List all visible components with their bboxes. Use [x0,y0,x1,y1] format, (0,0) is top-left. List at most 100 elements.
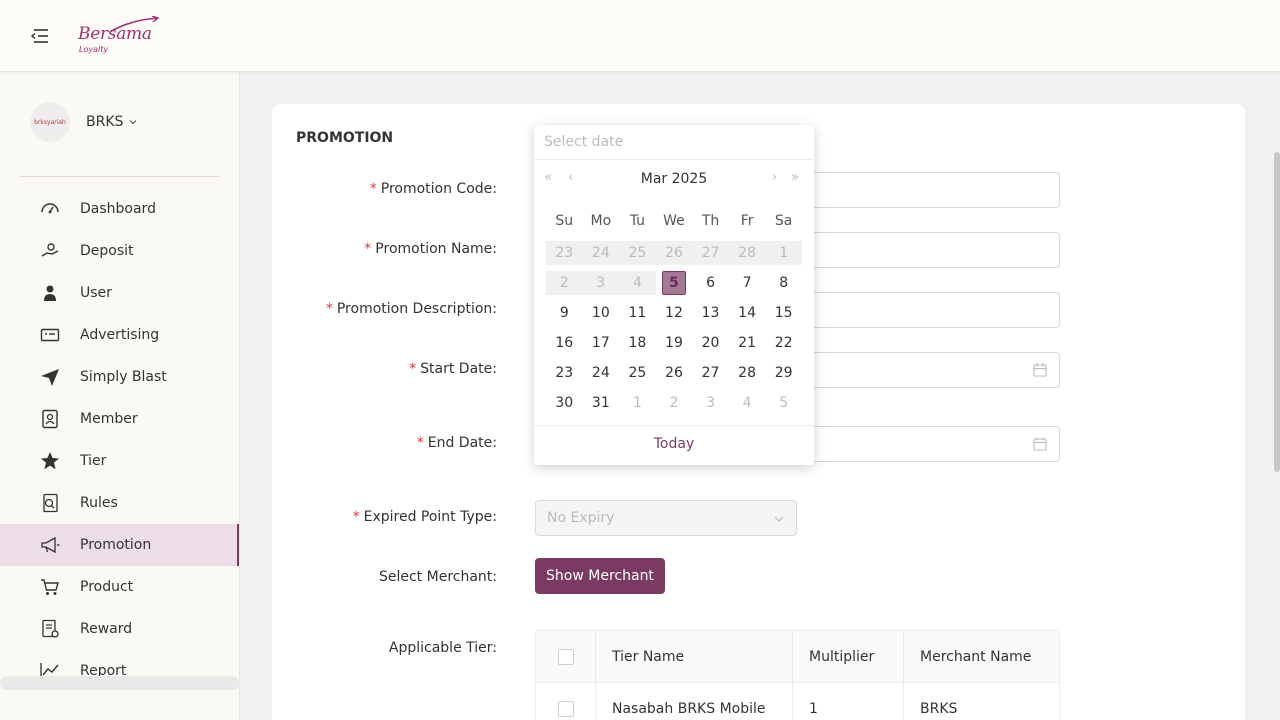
sidebar-item-product[interactable]: Product [0,566,239,608]
member-icon [40,409,60,429]
next-month-icon[interactable]: › [772,170,777,185]
calendar-day[interactable]: 24 [583,361,620,385]
label-colon: : [492,241,497,257]
calendar-icon [1033,437,1047,451]
calendar-day: 28 [728,241,766,265]
calendar-day[interactable]: 17 [583,331,620,355]
calendar-day: 26 [655,241,693,265]
sidebar-item-deposit[interactable]: Deposit [0,230,239,272]
calendar-day[interactable]: 10 [583,301,620,325]
required-mark: * [416,435,424,451]
required-mark: * [352,509,360,525]
calendar-day[interactable]: 30 [546,391,583,415]
sidebar-item-label: Rules [80,495,118,511]
calendar-day[interactable]: 26 [656,361,693,385]
sidebar-item-advertising[interactable]: Advertising [0,314,239,356]
show-merchant-button[interactable]: Show Merchant [535,558,665,594]
weekday-label: Su [555,213,574,229]
calendar-day[interactable]: 8 [765,271,802,295]
calendar-day[interactable]: 19 [656,331,693,355]
calendar-day[interactable]: 16 [546,331,583,355]
calendar-day[interactable]: 29 [765,361,802,385]
logo-text: Bersama [78,24,152,44]
datepicker-input[interactable]: Select date [544,134,623,150]
calendar-week: 23 24 25 26 27 28 1 [546,238,802,268]
sidebar-item-tier[interactable]: Tier [0,440,239,482]
calendar-day[interactable]: 12 [656,301,693,325]
row-select-cell [536,683,596,720]
label-text: Promotion Name [375,241,493,257]
weekday-label: We [663,213,685,229]
promotion-description-label: * Promotion Description: [326,301,497,317]
sidebar-item-label: Advertising [80,327,160,343]
sidebar-item-reward[interactable]: Reward [0,608,239,650]
select-all-cell [536,631,596,682]
label-text: Promotion Code [380,181,493,197]
menu-fold-icon[interactable] [30,27,50,45]
expired-point-type-select[interactable]: No Expiry [535,500,797,536]
sidebar-item-rules[interactable]: Rules [0,482,239,524]
calendar-week: 9 10 11 12 13 14 15 [546,298,802,328]
calendar-day[interactable]: 3 [692,391,729,415]
row-checkbox[interactable] [557,700,574,717]
app-logo[interactable]: Bersama Loyalty [78,16,162,58]
weekday-label: Th [701,213,720,229]
end-date-label: * End Date: [417,435,497,451]
avatar: brksyariah [30,102,70,142]
weekday-label: Mo [590,213,612,229]
sidebar-item-dashboard[interactable]: Dashboard [0,188,239,230]
calendar-day[interactable]: 13 [692,301,729,325]
sidebar-scrollbar[interactable] [0,676,239,690]
calendar-day-today[interactable]: 5 [656,271,693,295]
calendar-week: 30 31 1 2 3 4 5 [546,388,802,418]
next-year-icon[interactable]: » [791,170,799,185]
today-button[interactable]: Today [534,436,814,452]
send-icon [40,367,60,387]
required-mark: * [369,181,377,197]
sidebar-item-promotion[interactable]: Promotion [0,524,239,566]
calendar-day[interactable]: 21 [729,331,766,355]
calendar-icon [1033,363,1047,377]
calendar-day[interactable]: 9 [546,301,583,325]
datepicker-popup: Select date « ‹ Mar 2025 › » Su Mo Tu We… [534,125,814,465]
calendar-day[interactable]: 18 [619,331,656,355]
expired-point-type-label: * Expired Point Type: [353,509,497,525]
calendar-day[interactable]: 20 [692,331,729,355]
merchant-name: BRKS [86,114,124,130]
select-all-checkbox[interactable] [557,648,574,665]
sidebar-item-user[interactable]: User [0,272,239,314]
calendar-day[interactable]: 28 [729,361,766,385]
cart-icon [40,577,60,597]
sidebar-item-label: Tier [80,453,107,469]
sidebar-item-label: Simply Blast [80,369,167,385]
sidebar-item-simply-blast[interactable]: Simply Blast [0,356,239,398]
calendar-day[interactable]: 23 [546,361,583,385]
calendar-day[interactable]: 27 [692,361,729,385]
calendar-day[interactable]: 22 [765,331,802,355]
sidebar-item-member[interactable]: Member [0,398,239,440]
start-date-label: * Start Date: [409,361,497,377]
calendar-day[interactable]: 25 [619,361,656,385]
calendar-day: 4 [619,271,656,295]
calendar-day[interactable]: 2 [656,391,693,415]
calendar-day[interactable]: 14 [729,301,766,325]
calendar-day[interactable]: 4 [729,391,766,415]
logo-subtitle: Loyalty [79,45,109,54]
select-merchant-label: Select Merchant: [379,569,497,585]
megaphone-icon [40,535,60,555]
calendar-day[interactable]: 5 [765,391,802,415]
deposit-icon [40,241,60,261]
label-colon: : [492,181,497,197]
calendar-day[interactable]: 31 [583,391,620,415]
calendar-day[interactable]: 7 [729,271,766,295]
required-mark: * [364,241,372,257]
merchant-switcher[interactable]: brksyariah BRKS [30,102,137,142]
calendar-day[interactable]: 15 [765,301,802,325]
promotion-code-label: * Promotion Code: [370,181,497,197]
sidebar-nav: Dashboard Deposit User Advertising Simpl… [0,188,239,692]
calendar-day[interactable]: 6 [692,271,729,295]
calendar-day[interactable]: 1 [619,391,656,415]
page-scrollbar-thumb[interactable] [1274,152,1280,472]
page-scrollbar[interactable] [1274,72,1280,720]
calendar-day[interactable]: 11 [619,301,656,325]
